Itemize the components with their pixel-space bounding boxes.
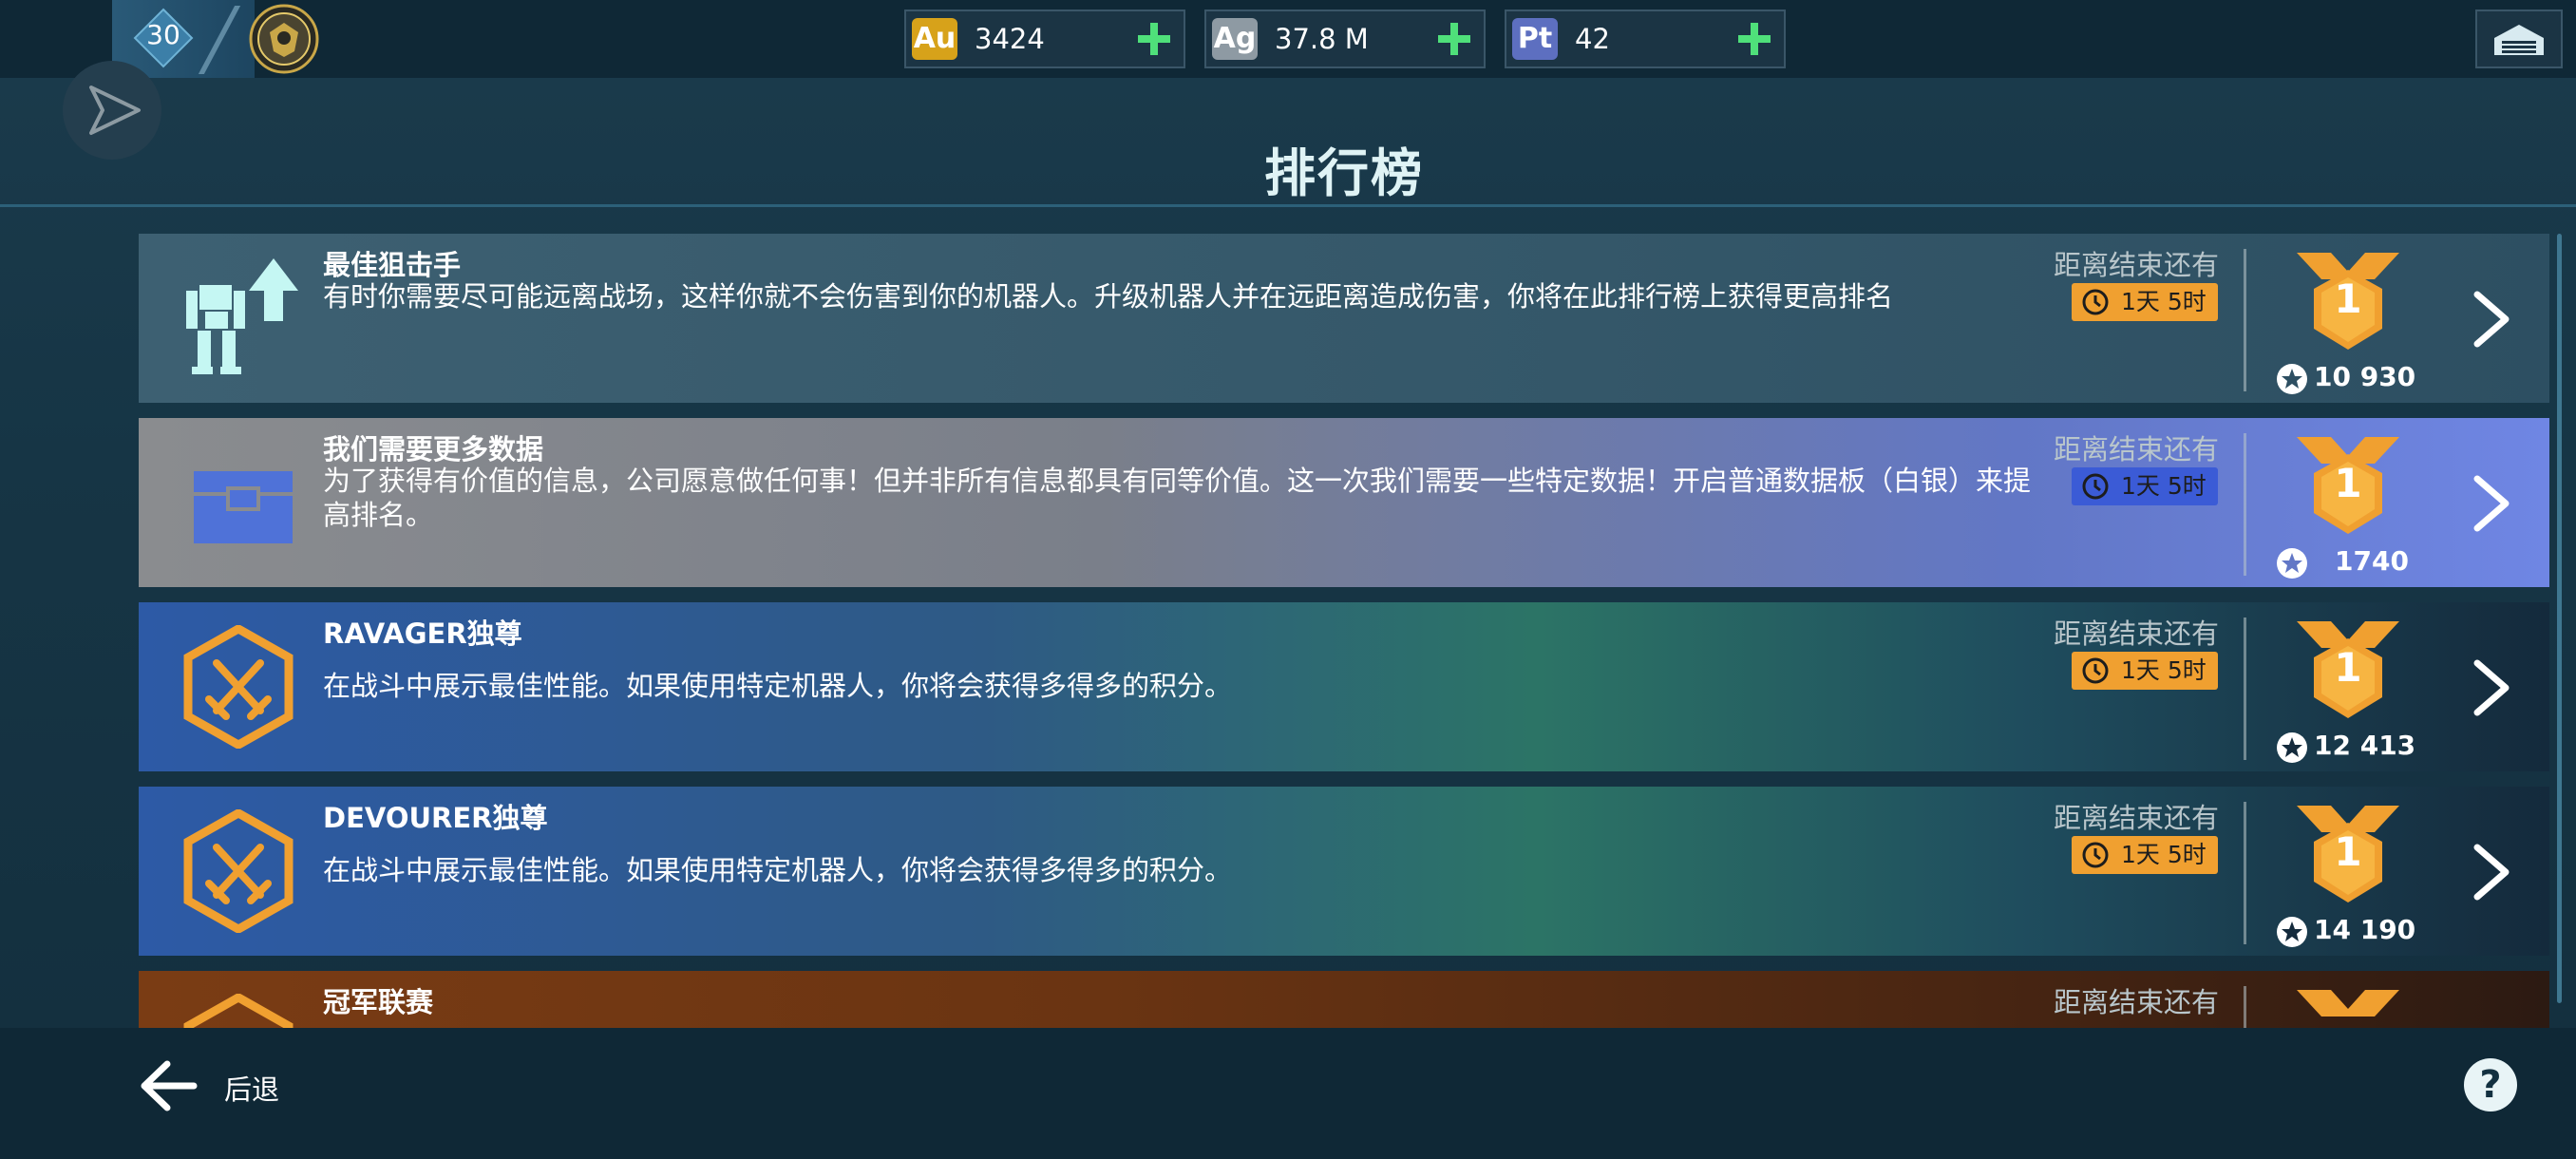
leaderboard-card[interactable]: 最佳狙击手 有时你需要尽可能远离战场，这样你就不会伤害到你的机器人。升级机器人并… [139,234,2549,403]
robot-upgrade-icon [186,258,298,374]
plus-icon[interactable] [1434,19,1474,59]
ends-in-label: 距离结束还有 [2053,433,2219,466]
score-value: 1740 [2335,545,2409,577]
ends-in-label: 距离结束还有 [2053,249,2219,281]
star-icon [2277,548,2307,579]
gold-icon: Au [912,18,957,60]
ends-in-label: 距离结束还有 [2053,986,2219,1018]
rank-number: 1 [2334,828,2362,875]
card-divider [2244,433,2246,576]
clock-icon [2082,842,2109,868]
countdown-timer: 1天 5时 [2072,467,2218,505]
chevron-right-icon[interactable] [2468,657,2515,718]
leaderboard-title: RAVAGER独尊 [323,618,522,650]
currency-platinum: Pt 42 [1505,10,1786,68]
chevron-right-icon[interactable] [2468,473,2515,534]
leaderboard-list[interactable]: 最佳狙击手 有时你需要尽可能远离战场，这样你就不会伤害到你的机器人。升级机器人并… [0,209,2576,1028]
leaderboard-title: DEVOURER独尊 [323,802,548,834]
leaderboard-title: 最佳狙击手 [323,249,462,281]
crossed-swords-icon [183,625,294,749]
plus-icon[interactable] [1134,19,1174,59]
emblem-icon[interactable] [249,4,319,74]
chevron-right-icon[interactable] [2468,289,2515,350]
timer-text: 1天 5时 [2121,841,2207,868]
score-value: 12 413 [2314,730,2416,761]
timer-text: 1天 5时 [2121,288,2207,315]
rank-number: 1 [2334,644,2362,691]
silver-icon: Ag [1212,18,1258,60]
leaderboard-card[interactable]: 冠军联赛 距离结束还有 [139,971,2549,1028]
star-icon [2277,364,2307,394]
clock-icon [2082,473,2109,500]
card-divider [2244,802,2246,944]
leaderboard-card[interactable]: 我们需要更多数据 为了获得有价值的信息，公司愿意做任何事！但并非所有信息都具有同… [139,418,2549,587]
player-level: 30 [146,19,180,50]
currency-gold: Au 3424 [904,10,1185,68]
platinum-amount: 42 [1575,23,1610,55]
hangar-icon [2494,25,2544,55]
hangar-button[interactable] [2475,10,2563,68]
title-divider [0,204,2576,207]
card-divider [2244,986,2246,1028]
bottom-bar [0,1028,2576,1159]
score-value: 14 190 [2314,914,2416,945]
card-divider [2244,618,2246,760]
timer-text: 1天 5时 [2121,656,2207,684]
rank-number: 1 [2334,276,2362,322]
leaderboard-title: 我们需要更多数据 [323,433,544,466]
help-button[interactable]: ? [2464,1058,2517,1112]
ends-in-label: 距离结束还有 [2053,802,2219,834]
star-icon [2277,732,2307,763]
clock-icon [2082,657,2109,684]
currency-silver: Ag 37.8 M [1204,10,1486,68]
leaderboard-description: 为了获得有价值的信息，公司愿意做任何事！但并非所有信息都具有同等价值。这一次我们… [323,465,2032,531]
leaderboard-card[interactable]: DEVOURER独尊 在战斗中展示最佳性能。如果使用特定机器人，你将会获得多得多… [139,787,2549,956]
leaderboard-description: 在战斗中展示最佳性能。如果使用特定机器人，你将会获得多得多的积分。 [323,670,1233,702]
platinum-icon: Pt [1512,18,1558,60]
leaderboard-description: 有时你需要尽可能远离战场，这样你就不会伤害到你的机器人。升级机器人并在远距离造成… [323,280,1894,313]
clock-icon [2082,289,2109,315]
page-title: 排行榜 [1264,143,1424,203]
leaderboard-title: 冠军联赛 [323,986,434,1018]
score-value: 10 930 [2314,361,2416,392]
countdown-timer: 1天 5时 [2072,652,2218,690]
countdown-timer: 1天 5时 [2072,836,2218,874]
silver-amount: 37.8 M [1275,23,1369,55]
chevron-right-icon[interactable] [2468,842,2515,902]
medal-icon [2297,990,2399,1016]
rank-number: 1 [2334,460,2362,506]
back-label: 后退 [224,1074,280,1106]
card-divider [2244,249,2246,391]
leaderboard-description: 在战斗中展示最佳性能。如果使用特定机器人，你将会获得多得多的积分。 [323,854,1233,886]
crossed-swords-icon [183,809,294,933]
back-button[interactable]: 后退 [139,1053,300,1119]
ends-in-label: 距离结束还有 [2053,618,2219,650]
leaderboard-card[interactable]: RAVAGER独尊 在战斗中展示最佳性能。如果使用特定机器人，你将会获得多得多的… [139,602,2549,771]
plus-icon[interactable] [1734,19,1774,59]
gold-amount: 3424 [975,23,1045,55]
countdown-timer: 1天 5时 [2072,283,2218,321]
data-chest-icon [194,471,293,543]
arrow-left-icon [141,1060,198,1112]
list-scrollbar[interactable] [2557,234,2562,1003]
star-icon [2277,917,2307,947]
timer-text: 1天 5时 [2121,472,2207,500]
crossed-swords-icon [183,994,294,1028]
